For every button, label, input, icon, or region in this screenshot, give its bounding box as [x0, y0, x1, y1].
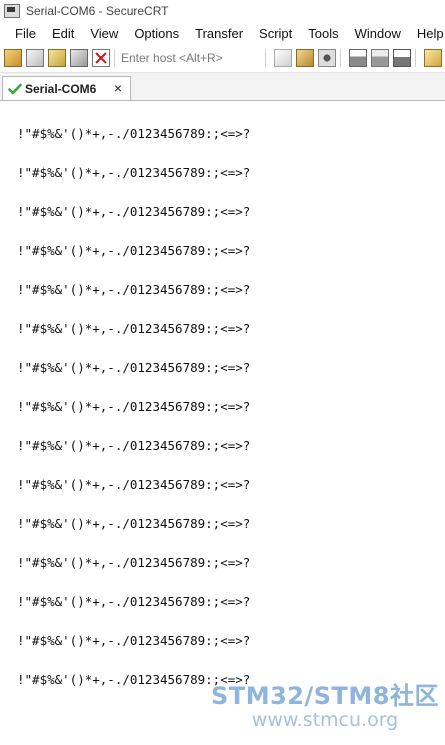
terminal-line: !"#$%&'()*+,-./0123456789:;<=>?	[17, 594, 251, 609]
print-icon[interactable]	[349, 49, 367, 67]
menu-help[interactable]: Help	[409, 26, 445, 41]
terminal-line: !"#$%&'()*+,-./0123456789:;<=>?	[17, 321, 251, 336]
terminal-line: !"#$%&'()*+,-./0123456789:;<=>?	[17, 165, 251, 180]
close-tab-icon[interactable]: ×	[114, 80, 122, 96]
terminal-output[interactable]: !"#$%&'()*+,-./0123456789:;<=>? !"#$%&'(…	[0, 101, 445, 745]
terminal-line: !"#$%&'()*+,-./0123456789:;<=>?	[17, 477, 251, 492]
terminal-line: !"#$%&'()*+,-./0123456789:;<=>?	[17, 360, 251, 375]
window-title: Serial-COM6 - SecureCRT	[26, 4, 169, 18]
find-icon[interactable]	[318, 49, 336, 67]
terminal-line: !"#$%&'()*+,-./0123456789:;<=>?	[17, 243, 251, 258]
toolbar	[0, 44, 445, 73]
terminal-line: !"#$%&'()*+,-./0123456789:;<=>?	[17, 399, 251, 414]
connected-check-icon	[8, 83, 22, 94]
session-tab-strip: Serial-COM6 ×	[0, 73, 445, 101]
menu-view[interactable]: View	[82, 26, 126, 41]
terminal-line: !"#$%&'()*+,-./0123456789:;<=>?	[17, 204, 251, 219]
terminal-line: !"#$%&'()*+,-./0123456789:;<=>?	[17, 438, 251, 453]
session-options-icon[interactable]	[424, 49, 442, 67]
menu-transfer[interactable]: Transfer	[187, 26, 251, 41]
print-setup-icon[interactable]	[393, 49, 411, 67]
terminal-line: !"#$%&'()*+,-./0123456789:;<=>?	[17, 282, 251, 297]
toolbar-divider	[340, 49, 341, 67]
toolbar-divider	[265, 49, 266, 67]
title-bar: Serial-COM6 - SecureCRT	[0, 0, 445, 22]
copy-icon[interactable]	[274, 49, 292, 67]
connect-icon[interactable]	[4, 49, 22, 67]
menu-bar: File Edit View Options Transfer Script T…	[0, 22, 445, 44]
paste-icon[interactable]	[296, 49, 314, 67]
toolbar-divider	[114, 49, 115, 67]
print-selection-icon[interactable]	[371, 49, 389, 67]
terminal-line: !"#$%&'()*+,-./0123456789:;<=>?	[17, 516, 251, 531]
host-input[interactable]	[119, 49, 261, 67]
terminal-line: !"#$%&'()*+,-./0123456789:;<=>?	[17, 633, 251, 648]
menu-window[interactable]: Window	[347, 26, 409, 41]
disconnect-icon[interactable]	[92, 49, 110, 67]
menu-tools[interactable]: Tools	[300, 26, 346, 41]
tab-label: Serial-COM6	[25, 81, 97, 96]
menu-file[interactable]: File	[0, 26, 44, 41]
securecrt-app-icon	[4, 4, 20, 18]
terminal-line: !"#$%&'()*+,-./0123456789:;<=>?	[17, 672, 251, 687]
menu-edit[interactable]: Edit	[44, 26, 82, 41]
menu-script[interactable]: Script	[251, 26, 300, 41]
toolbar-divider	[415, 49, 416, 67]
tab-serial-com6[interactable]: Serial-COM6 ×	[2, 76, 131, 100]
terminal-line: !"#$%&'()*+,-./0123456789:;<=>?	[17, 126, 251, 141]
connect-in-tab-icon[interactable]	[48, 49, 66, 67]
menu-options[interactable]: Options	[126, 26, 187, 41]
terminal-line: !"#$%&'()*+,-./0123456789:;<=>?	[17, 555, 251, 570]
quick-connect-icon[interactable]	[26, 49, 44, 67]
reconnect-icon[interactable]	[70, 49, 88, 67]
